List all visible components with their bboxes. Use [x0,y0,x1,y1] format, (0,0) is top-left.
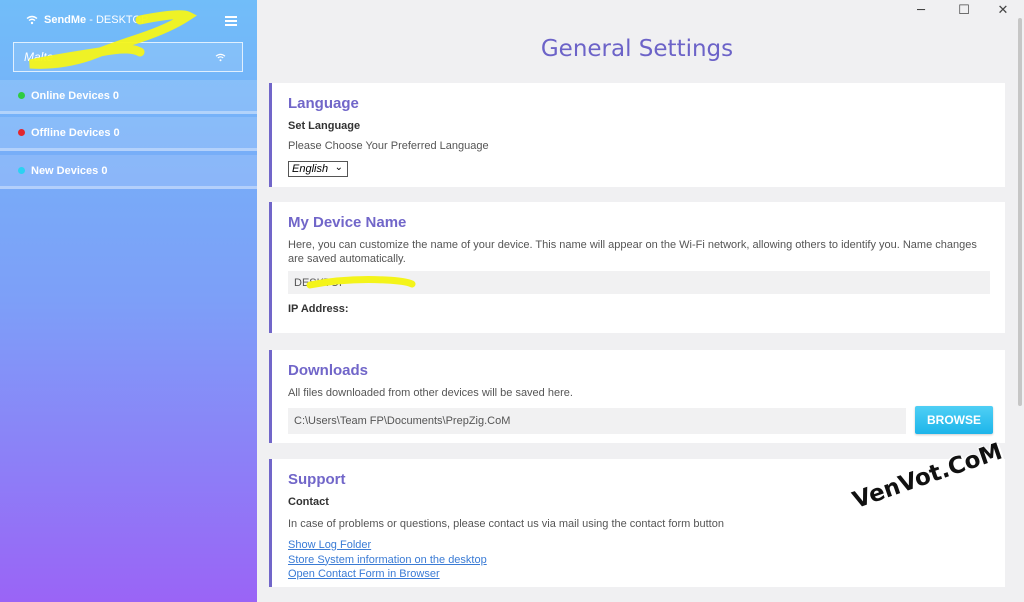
sidebar-header: SendMe - DESKTOP [0,0,257,40]
support-links: Show Log Folder Store System information… [288,538,990,582]
scrollbar[interactable] [1018,18,1022,406]
language-card: Language Set Language Please Choose Your… [269,83,1005,187]
nav-online-label: Online Devices 0 [31,89,120,102]
device-name-value: Malte [24,50,54,64]
chevron-down-icon: ⌄ [334,162,343,173]
language-selected-value: English [292,163,329,175]
support-description: In case of problems or questions, please… [288,518,724,530]
nav-offline-devices[interactable]: Offline Devices 0 [0,117,257,151]
device-name-input[interactable]: DESKTOP [288,271,990,294]
wifi-icon [26,15,38,25]
ip-address-label: IP Address: [288,303,349,315]
download-path-input[interactable]: C:\Users\Team FP\Documents\PrepZig.CoM [288,408,906,434]
downloads-card: Downloads All files downloaded from othe… [269,350,1005,443]
browse-button[interactable]: BROWSE [915,406,993,434]
new-status-dot [18,167,25,174]
downloads-title: Downloads [288,362,369,379]
hamburger-menu-icon[interactable] [225,16,237,26]
close-button[interactable]: ✕ [993,4,1013,18]
open-contact-form-link[interactable]: Open Contact Form in Browser [288,567,990,582]
language-description: Please Choose Your Preferred Language [288,140,489,152]
main-content: ─ ☐ ✕ General Settings Language Set Lang… [257,0,1024,602]
sidebar: SendMe - DESKTOP Malte Online Devices 0 … [0,0,257,602]
minimize-button[interactable]: ─ [911,4,931,18]
language-title: Language [288,95,359,112]
language-subtitle: Set Language [288,120,361,132]
device-description: Here, you can customize the name of your… [288,239,977,265]
device-title: My Device Name [288,214,407,231]
wifi-icon [215,53,226,62]
show-log-folder-link[interactable]: Show Log Folder [288,538,990,553]
download-path-value: C:\Users\Team FP\Documents\PrepZig.CoM [294,415,511,427]
downloads-description: All files downloaded from other devices … [288,387,573,399]
offline-status-dot [18,129,25,136]
store-system-info-link[interactable]: Store System information on the desktop [288,553,990,568]
device-name-input-value: DESKTOP [294,276,347,289]
page-title: General Settings [540,36,734,62]
maximize-button[interactable]: ☐ [954,4,974,18]
device-name-field[interactable]: Malte [13,42,243,72]
nav-offline-label: Offline Devices 0 [31,126,120,139]
nav-online-devices[interactable]: Online Devices 0 [0,80,257,114]
nav-new-label: New Devices 0 [31,164,108,177]
nav-new-devices[interactable]: New Devices 0 [0,155,257,189]
app-title: SendMe - DESKTOP [44,14,149,26]
online-status-dot [18,92,25,99]
language-select[interactable]: English ⌄ [288,161,348,177]
device-name-card: My Device Name Here, you can customize t… [269,202,1005,333]
